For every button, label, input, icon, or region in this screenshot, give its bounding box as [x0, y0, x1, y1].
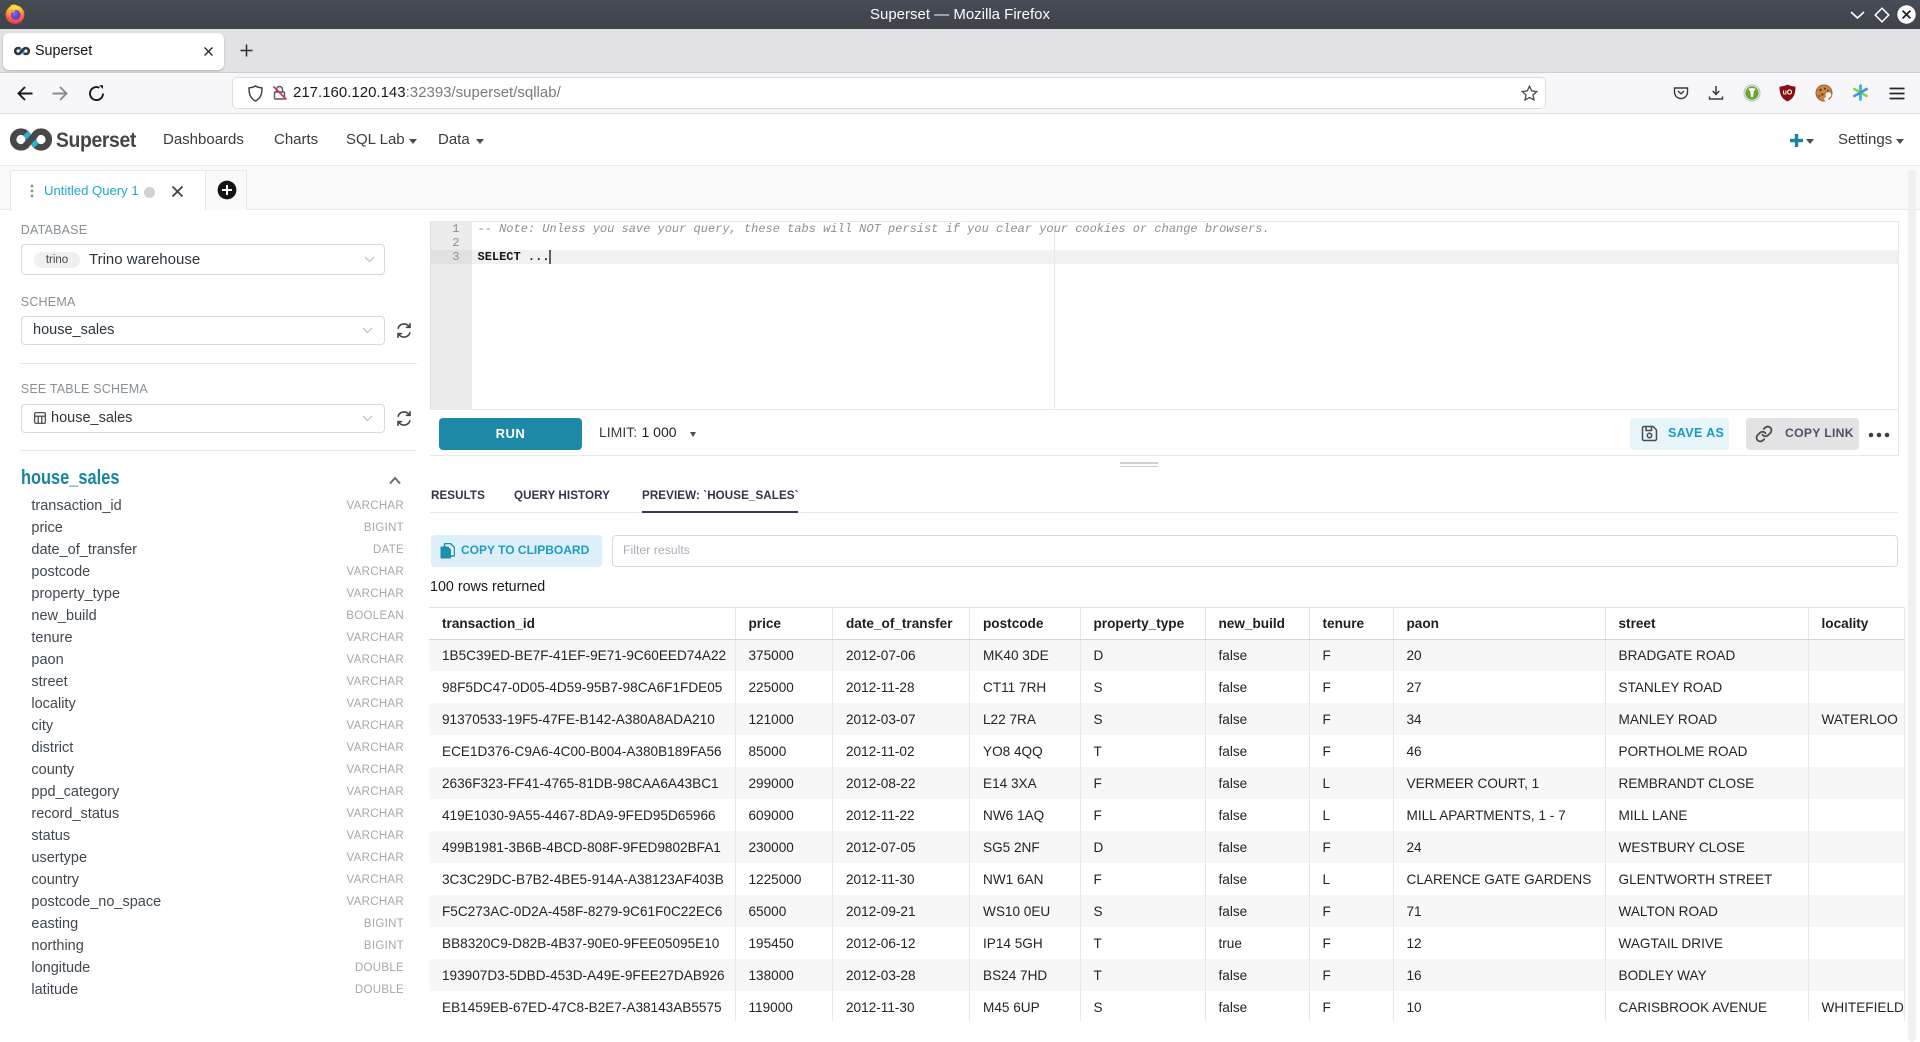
svg-text:uO: uO: [1783, 90, 1793, 97]
